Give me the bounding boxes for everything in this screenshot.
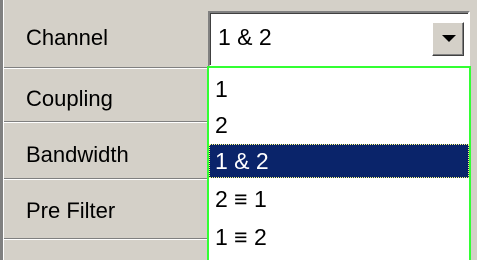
separator bbox=[4, 178, 207, 180]
channel-label: Channel bbox=[26, 25, 108, 50]
channel-select[interactable]: 1 & 2 bbox=[208, 11, 470, 67]
channel-select-value: 1 & 2 bbox=[218, 24, 272, 50]
dropdown-option-selected[interactable]: 1 & 2 bbox=[209, 144, 469, 178]
chevron-down-icon bbox=[442, 35, 456, 42]
dropdown-option[interactable]: 2 bbox=[209, 108, 469, 142]
bandwidth-label: Bandwidth bbox=[26, 142, 129, 167]
dropdown-option[interactable]: 2 ≡ 1 bbox=[209, 182, 469, 216]
dropdown-button[interactable] bbox=[432, 22, 464, 56]
dropdown-option[interactable]: 1 bbox=[209, 72, 469, 106]
separator bbox=[4, 67, 207, 69]
separator bbox=[4, 121, 207, 123]
panel-left-border bbox=[0, 0, 4, 260]
separator bbox=[4, 238, 207, 240]
coupling-label: Coupling bbox=[26, 86, 113, 111]
pre-filter-label: Pre Filter bbox=[26, 198, 116, 223]
settings-panel: Channel Coupling Bandwidth Pre Filter 1 … bbox=[0, 0, 477, 260]
channel-dropdown-list: 1 2 1 & 2 2 ≡ 1 1 ≡ 2 bbox=[207, 66, 471, 260]
dropdown-option[interactable]: 1 ≡ 2 bbox=[209, 220, 469, 254]
